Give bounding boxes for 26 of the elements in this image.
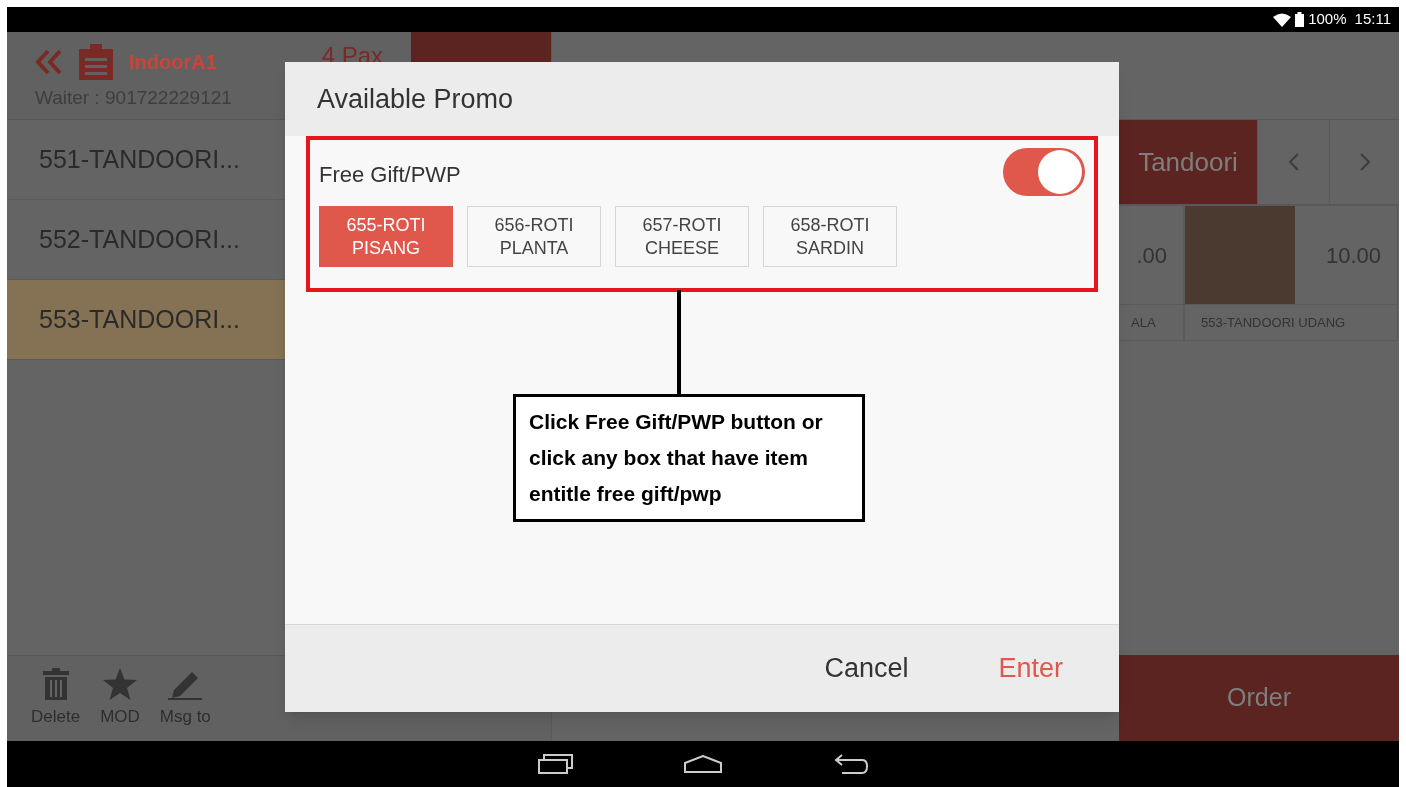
- battery-icon: [1295, 12, 1305, 27]
- promo-option[interactable]: 658-ROTI SARDIN: [763, 206, 897, 267]
- clipboard-icon: [79, 44, 113, 80]
- promo-option[interactable]: 657-ROTI CHEESE: [615, 206, 749, 267]
- battery-level: 100%: [1308, 9, 1347, 30]
- promo-toggle[interactable]: [1003, 148, 1085, 196]
- callout-text: Click Free Gift/PWP button or click any box that have item entitle free gift/pwp: [529, 409, 824, 507]
- home-icon[interactable]: [684, 755, 722, 773]
- order-item[interactable]: 553-TANDOORI...: [7, 280, 285, 360]
- recent-apps-icon[interactable]: [538, 754, 574, 774]
- cancel-button[interactable]: Cancel: [824, 648, 909, 689]
- promo-option[interactable]: 655-ROTI PISANG: [319, 206, 453, 267]
- category-tab[interactable]: Tandoori: [1119, 120, 1257, 204]
- clock: 15:11: [1354, 9, 1391, 30]
- back-icon[interactable]: [832, 753, 868, 775]
- promo-label: Free Gift/PWP: [319, 160, 461, 189]
- chevron-left-icon: [1287, 152, 1300, 172]
- order-button[interactable]: Order: [1119, 655, 1399, 741]
- chevron-right-icon: [1358, 152, 1371, 172]
- promo-option[interactable]: 656-ROTI PLANTA: [467, 206, 601, 267]
- enter-button[interactable]: Enter: [998, 648, 1063, 689]
- table-name: IndoorA1: [129, 50, 217, 75]
- star-icon: [102, 667, 137, 700]
- trash-icon: [42, 667, 69, 700]
- wifi-icon: [1273, 12, 1292, 27]
- dialog-title: Available Promo: [317, 82, 514, 116]
